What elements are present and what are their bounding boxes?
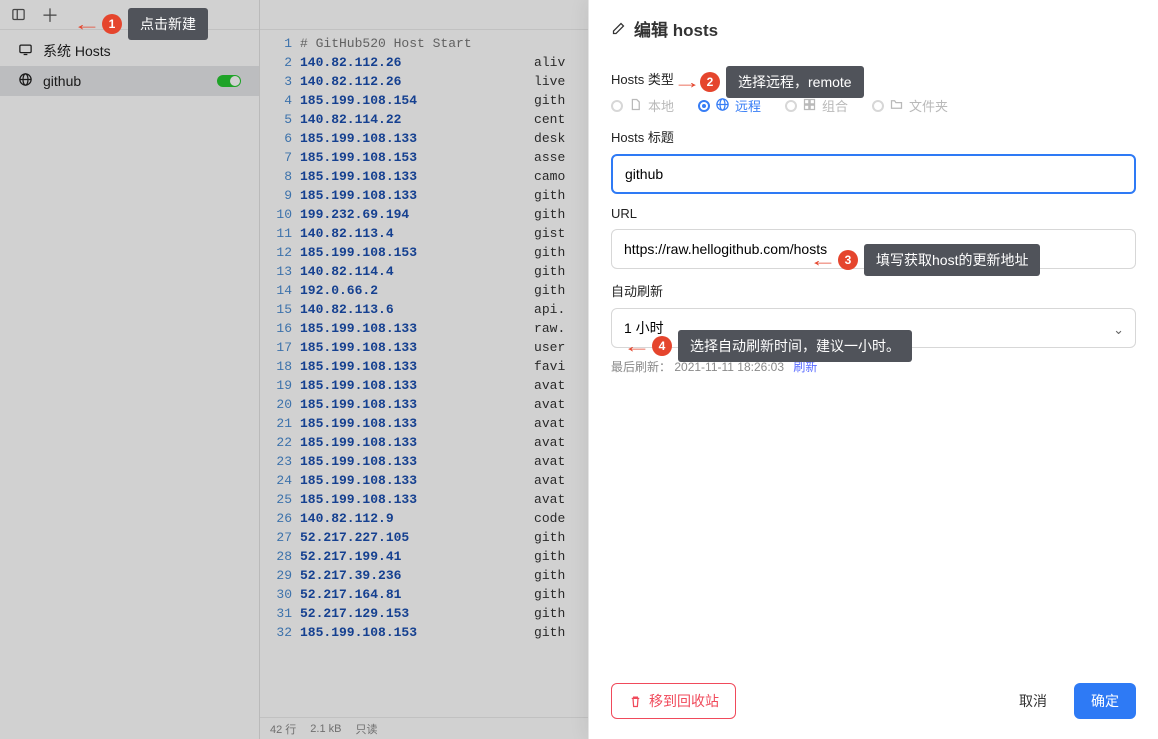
auto-refresh-label: 自动刷新 bbox=[611, 281, 1136, 300]
drawer-footer: 移到回收站 取消 确定 bbox=[589, 669, 1158, 739]
hosts-type-label: 本地 bbox=[648, 96, 674, 115]
hosts-type-label: 远程 bbox=[735, 96, 761, 115]
drawer-title: 编辑 hosts bbox=[634, 16, 718, 41]
trash-icon bbox=[628, 694, 643, 709]
monitor-icon bbox=[18, 42, 33, 60]
globe-icon bbox=[18, 72, 33, 90]
edit-drawer: 编辑 hosts Hosts 类型 本地 远程 组合 文件夹 Hosts 标题 … bbox=[588, 0, 1158, 739]
hosts-type-label: 组合 bbox=[822, 96, 848, 115]
radio-icon bbox=[698, 100, 710, 112]
edit-icon bbox=[611, 21, 626, 36]
last-refresh-prefix: 最后刷新： bbox=[611, 360, 671, 374]
callout-1-text: 点击新建 bbox=[128, 8, 208, 40]
file-icon bbox=[628, 97, 643, 115]
radio-icon bbox=[785, 100, 797, 112]
delete-button-label: 移到回收站 bbox=[649, 691, 719, 711]
delete-button[interactable]: 移到回收站 bbox=[611, 683, 736, 719]
hosts-type-文件夹[interactable]: 文件夹 bbox=[872, 96, 948, 115]
refresh-link[interactable]: 刷新 bbox=[793, 360, 817, 374]
callout-2: ←2 选择远程，remote bbox=[678, 66, 864, 98]
chevron-down-icon: ⌄ bbox=[1113, 322, 1124, 338]
callout-2-text: 选择远程，remote bbox=[726, 66, 864, 98]
badge-3: 3 bbox=[838, 250, 858, 270]
hosts-title-label: Hosts 标题 bbox=[611, 127, 1136, 146]
url-label: URL bbox=[611, 206, 1136, 221]
drawer-header: 编辑 hosts bbox=[589, 0, 1158, 51]
add-button[interactable]: ＋ bbox=[40, 5, 60, 25]
radio-icon bbox=[611, 100, 623, 112]
folder-icon bbox=[889, 97, 904, 115]
callout-3-text: 填写获取host的更新地址 bbox=[864, 244, 1040, 276]
badge-2: 2 bbox=[700, 72, 720, 92]
layout-icon[interactable] bbox=[8, 5, 28, 25]
sidebar-item-github[interactable]: github bbox=[0, 66, 259, 96]
cancel-button[interactable]: 取消 bbox=[1002, 683, 1064, 719]
badge-4: 4 bbox=[652, 336, 672, 356]
badge-1: 1 bbox=[102, 14, 122, 34]
status-size: 2.1 kB bbox=[310, 723, 341, 735]
sidebar-item-系统 Hosts[interactable]: 系统 Hosts bbox=[0, 36, 259, 66]
ok-button[interactable]: 确定 bbox=[1074, 683, 1136, 719]
last-refresh-time: 2021-11-11 18:26:03 bbox=[674, 360, 784, 374]
callout-1: ←1 点击新建 bbox=[78, 8, 208, 40]
line-gutter: 1234567891011121314151617181920212223242… bbox=[260, 30, 300, 717]
sidebar: ＋ 系统 Hosts github bbox=[0, 0, 260, 739]
hosts-type-远程[interactable]: 远程 bbox=[698, 96, 761, 115]
sidebar-item-label: 系统 Hosts bbox=[43, 41, 241, 61]
callout-4-text: 选择自动刷新时间，建议一小时。 bbox=[678, 330, 912, 362]
grid-icon bbox=[802, 97, 817, 115]
sidebar-item-label: github bbox=[43, 73, 207, 89]
status-lines: 42 行 bbox=[270, 721, 296, 737]
globe-icon bbox=[715, 97, 730, 115]
callout-3: ←3 填写获取host的更新地址 bbox=[814, 244, 1040, 276]
radio-icon bbox=[872, 100, 884, 112]
hosts-title-input[interactable] bbox=[611, 154, 1136, 194]
hosts-type-row: 本地 远程 组合 文件夹 bbox=[611, 96, 1136, 115]
toggle-switch[interactable] bbox=[217, 75, 241, 87]
hosts-type-本地[interactable]: 本地 bbox=[611, 96, 674, 115]
callout-4: ←4 选择自动刷新时间，建议一小时。 bbox=[628, 330, 912, 362]
hosts-type-组合[interactable]: 组合 bbox=[785, 96, 848, 115]
hosts-type-label: 文件夹 bbox=[909, 96, 948, 115]
status-mode: 只读 bbox=[355, 721, 377, 737]
